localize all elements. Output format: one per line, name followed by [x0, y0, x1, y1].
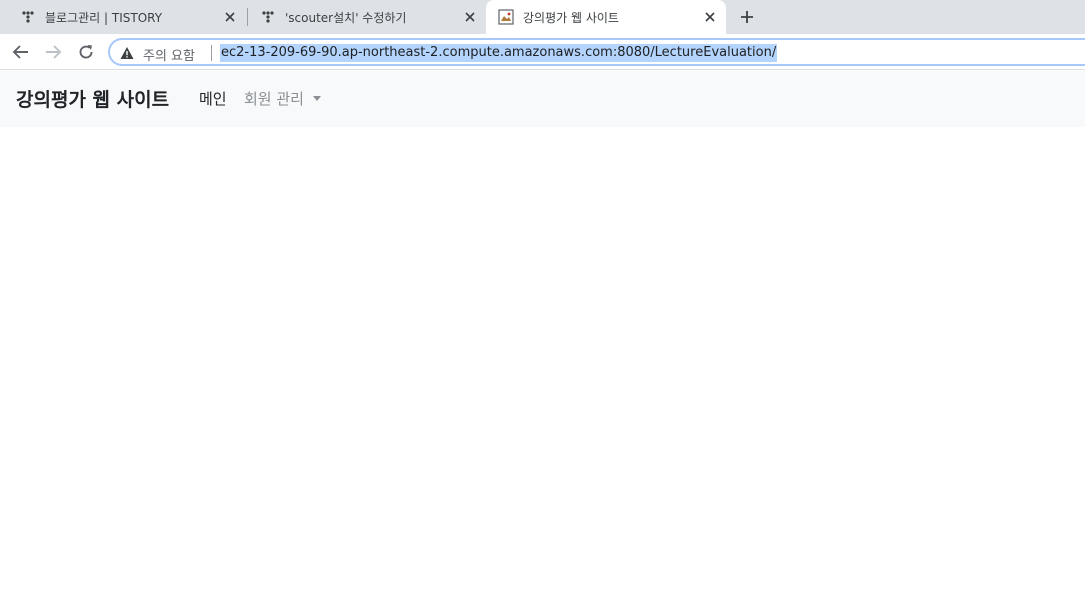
- site-brand[interactable]: 강의평가 웹 사이트: [16, 85, 169, 112]
- close-icon[interactable]: [702, 9, 718, 25]
- browser-toolbar: 주의 요함 ec2-13-209-69-90.ap-northeast-2.co…: [0, 34, 1085, 70]
- arrow-left-icon: [12, 45, 28, 59]
- tistory-icon: [260, 9, 276, 25]
- tab-blog-admin[interactable]: 블로그관리 | TISTORY: [0, 0, 246, 34]
- site-navbar: 강의평가 웹 사이트 메인 회원 관리: [0, 71, 1085, 127]
- tab-title: 'scouter설치' 수정하기: [285, 10, 407, 25]
- page-image-icon: [498, 9, 514, 25]
- reload-icon: [79, 45, 93, 59]
- security-warning-label[interactable]: 주의 요함: [143, 45, 195, 64]
- forward-button[interactable]: [42, 41, 64, 63]
- warning-icon[interactable]: [119, 45, 135, 61]
- nav-item-main[interactable]: 메인: [199, 88, 227, 109]
- close-icon[interactable]: [222, 9, 238, 25]
- tab-title: 강의평가 웹 사이트: [523, 10, 619, 25]
- address-bar[interactable]: 주의 요함 ec2-13-209-69-90.ap-northeast-2.co…: [108, 38, 1085, 66]
- tistory-icon: [20, 9, 36, 25]
- arrow-right-icon: [46, 45, 62, 59]
- back-button[interactable]: [10, 41, 32, 63]
- caret-down-icon: [312, 96, 321, 101]
- page-content: [0, 127, 1085, 605]
- url-text[interactable]: ec2-13-209-69-90.ap-northeast-2.compute.…: [220, 44, 778, 62]
- plus-icon: [741, 11, 753, 23]
- new-tab-button[interactable]: [737, 7, 757, 27]
- tab-title: 블로그관리 | TISTORY: [45, 10, 163, 25]
- nav-item-label: 회원 관리: [244, 90, 304, 108]
- omnibox-divider: [211, 45, 212, 61]
- browser-tab-strip: 블로그관리 | TISTORY 'scouter설치' 수정하기 강의평가 웹 …: [0, 0, 1085, 34]
- close-icon[interactable]: [462, 9, 478, 25]
- nav-dropdown-member-management[interactable]: 회원 관리: [244, 88, 321, 109]
- reload-button[interactable]: [75, 41, 97, 63]
- tab-scouter-edit[interactable]: 'scouter설치' 수정하기: [240, 0, 486, 34]
- tab-lecture-evaluation[interactable]: 강의평가 웹 사이트: [486, 0, 726, 34]
